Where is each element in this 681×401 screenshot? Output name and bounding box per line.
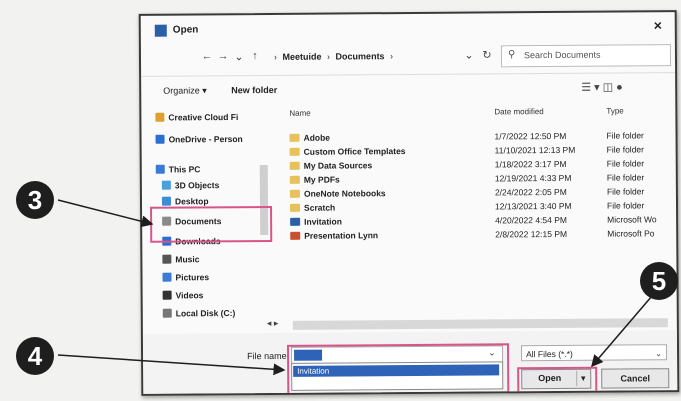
callout-badge-4: 4	[16, 337, 54, 375]
callout-badge-3: 3	[16, 181, 54, 219]
callout-arrows	[57, 199, 653, 376]
callout-badge-5: 5	[640, 262, 678, 300]
callout-arrow-4	[57, 354, 286, 376]
callout-arrow-5	[591, 295, 653, 368]
callout-arrow-3	[57, 199, 154, 228]
